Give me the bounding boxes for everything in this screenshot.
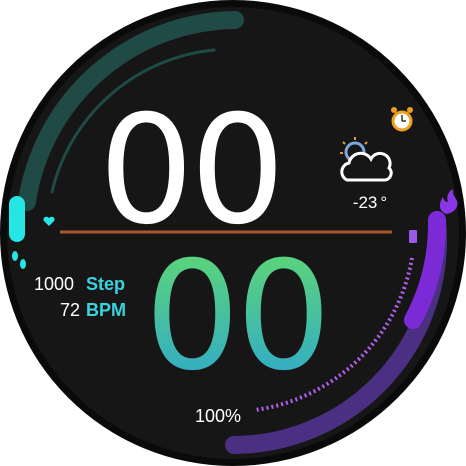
steps-unit: Step xyxy=(86,274,125,294)
battery-percent: 100% xyxy=(195,406,241,426)
steps-progress-indicator xyxy=(9,196,25,242)
heart-rate-value: 72 xyxy=(60,300,80,320)
minutes-display: 00 xyxy=(145,230,328,404)
heart-rate-unit: BPM xyxy=(86,300,126,320)
temperature: -23 ° xyxy=(353,193,387,212)
steps-value: 1000 xyxy=(34,274,74,294)
watch-face: 00 00 1000 Step 72 BPM -23 ° 100% xyxy=(0,0,466,466)
battery-icon xyxy=(409,230,417,243)
